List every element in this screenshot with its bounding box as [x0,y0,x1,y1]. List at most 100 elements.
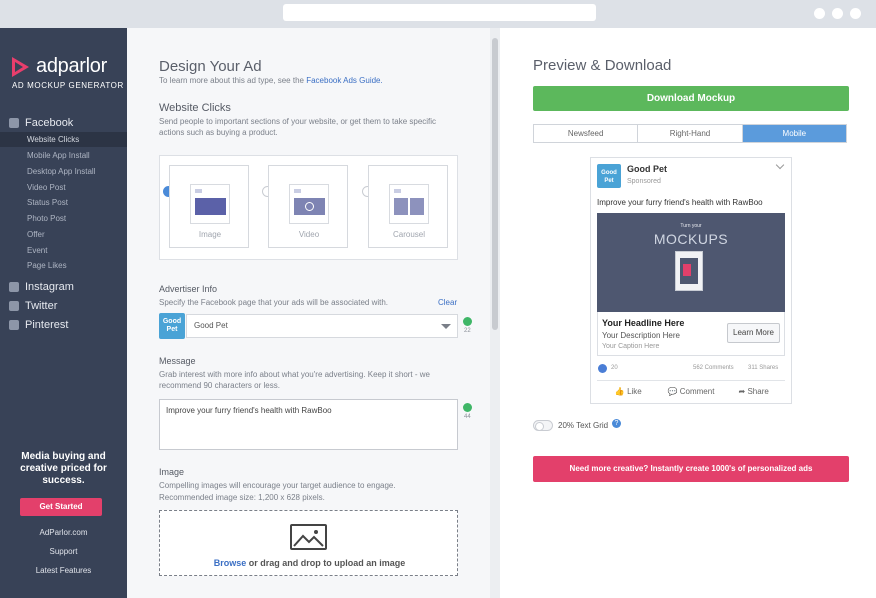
support-link[interactable]: Support [0,547,127,556]
nav-label: Pinterest [25,319,69,331]
logo[interactable]: adparlor [12,55,107,78]
promo-text: Media buying and creative priced for suc… [20,451,107,486]
nav-facebook[interactable]: Facebook [9,117,73,129]
nav-desktop-app-install[interactable]: Desktop App Install [0,164,127,179]
post-avatar: Good Pet [597,164,621,188]
image-size-desc: Recommended image size: 1,200 x 628 pixe… [159,493,325,502]
image-title: Image [159,467,185,477]
post-actions: 👍 Like 💬 Comment ➦ Share [597,380,785,402]
latest-features-link[interactable]: Latest Features [0,566,127,575]
post-image-big-text: MOCKUPS [653,231,729,247]
nav-page-likes[interactable]: Page Likes [0,258,127,273]
format-card-image[interactable]: Image [169,165,249,248]
post-image-small-text: Turn your [680,223,702,229]
browser-chrome [0,0,876,28]
nav-status-post[interactable]: Status Post [0,195,127,210]
scrollbar-thumb[interactable] [492,38,498,330]
post-page-name: Good Pet [627,164,667,174]
learn-more-button[interactable]: Learn More [727,323,780,343]
tab-mobile[interactable]: Mobile [741,125,846,142]
design-title: Design Your Ad [159,58,262,75]
logo-subtitle: AD MOCKUP GENERATOR [12,81,124,90]
instagram-icon [9,282,19,292]
page-select-value: Good Pet [194,321,228,330]
phone-image-icon [675,251,703,291]
download-mockup-button[interactable]: Download Mockup [533,86,849,111]
char-count: 44 [464,414,471,420]
nav-instagram[interactable]: Instagram [9,281,74,293]
post-message: Improve your furry friend's health with … [597,198,763,207]
browse-link[interactable]: Browse [214,558,247,568]
post-sponsored: Sponsored [627,178,661,185]
preview-title: Preview & Download [533,57,672,74]
nav-video-post[interactable]: Video Post [0,180,127,195]
address-bar[interactable] [283,4,596,21]
info-icon[interactable]: ? [612,419,621,428]
page-select[interactable]: Good Pet [186,314,458,338]
post-caption: Your Caption Here [602,343,660,350]
post-headline: Your Headline Here [602,318,685,328]
nav-pinterest[interactable]: Pinterest [9,319,68,331]
image-upload-icon [290,524,327,550]
image-format-icon [190,184,230,224]
comment-button[interactable]: 💬 Comment [660,381,723,402]
like-button[interactable]: 👍 Like [597,381,660,402]
char-count: 22 [464,328,471,334]
sidebar: adparlor AD MOCKUP GENERATOR Facebook We… [0,28,127,598]
check-icon [463,317,472,326]
logo-text: adparlor [36,55,107,77]
post-description: Your Description Here [602,331,680,340]
upload-instructions: Browse or drag and drop to upload an ima… [160,558,459,568]
nav-offer[interactable]: Offer [0,227,127,242]
post-image: Turn your MOCKUPS [597,213,785,312]
nav-twitter[interactable]: Twitter [9,300,57,312]
advertiser-title: Advertiser Info [159,284,218,294]
comment-count: 562 Comments [693,365,734,371]
window-dot-icon[interactable] [814,8,825,19]
get-started-button[interactable]: Get Started [20,498,102,516]
nav-label: Instagram [25,281,74,293]
ad-type-title: Website Clicks [159,102,231,114]
play-logo-icon [12,56,29,77]
image-dropzone[interactable]: Browse or drag and drop to upload an ima… [159,510,458,576]
nav-label: Facebook [25,117,74,129]
nav-event[interactable]: Event [0,243,127,258]
nav-photo-post[interactable]: Photo Post [0,211,127,226]
window-dot-icon[interactable] [832,8,843,19]
need-more-creative-button[interactable]: Need more creative? Instantly create 100… [533,456,849,482]
tab-newsfeed[interactable]: Newsfeed [534,125,638,142]
like-reaction-icon [598,364,607,373]
facebook-icon [9,118,19,128]
twitter-icon [9,301,19,311]
text-grid-label: 20% Text Grid [558,421,609,430]
advertiser-desc: Specify the Facebook page that your ads … [159,298,389,307]
page-avatar: Good Pet [159,313,185,339]
format-label: Image [198,230,222,239]
nav-mobile-app-install[interactable]: Mobile App Install [0,148,127,163]
like-label: Like [627,387,642,396]
pinterest-icon [9,320,19,330]
facebook-ads-guide-link[interactable]: Facebook Ads Guide. [306,76,383,85]
nav-website-clicks[interactable]: Website Clicks [0,132,127,147]
nav-label: Twitter [25,300,58,312]
image-desc: Compelling images will encourage your ta… [159,481,396,490]
window-dot-icon[interactable] [850,8,861,19]
message-desc: Grab interest with more info about what … [159,370,430,390]
adparlor-link[interactable]: AdParlor.com [0,528,127,537]
share-count: 311 Shares [748,365,779,371]
message-textarea[interactable]: Improve your furry friend's health with … [159,399,458,450]
carousel-format-icon [389,184,429,224]
design-intro: To learn more about this ad type, see th… [159,75,383,86]
format-card-video[interactable]: Video [268,165,348,248]
share-button[interactable]: ➦ Share [722,381,785,402]
video-format-icon [289,184,329,224]
intro-text: To learn more about this ad type, see th… [159,76,304,85]
clear-link[interactable]: Clear [438,297,457,308]
check-icon [463,403,472,412]
text-grid-toggle[interactable] [533,420,553,431]
format-card-carousel[interactable]: Carousel [368,165,448,248]
tab-right-hand[interactable]: Right-Hand [637,125,742,142]
comment-label: Comment [679,387,715,396]
format-label: Carousel [392,230,425,239]
chevron-down-icon [441,324,451,329]
